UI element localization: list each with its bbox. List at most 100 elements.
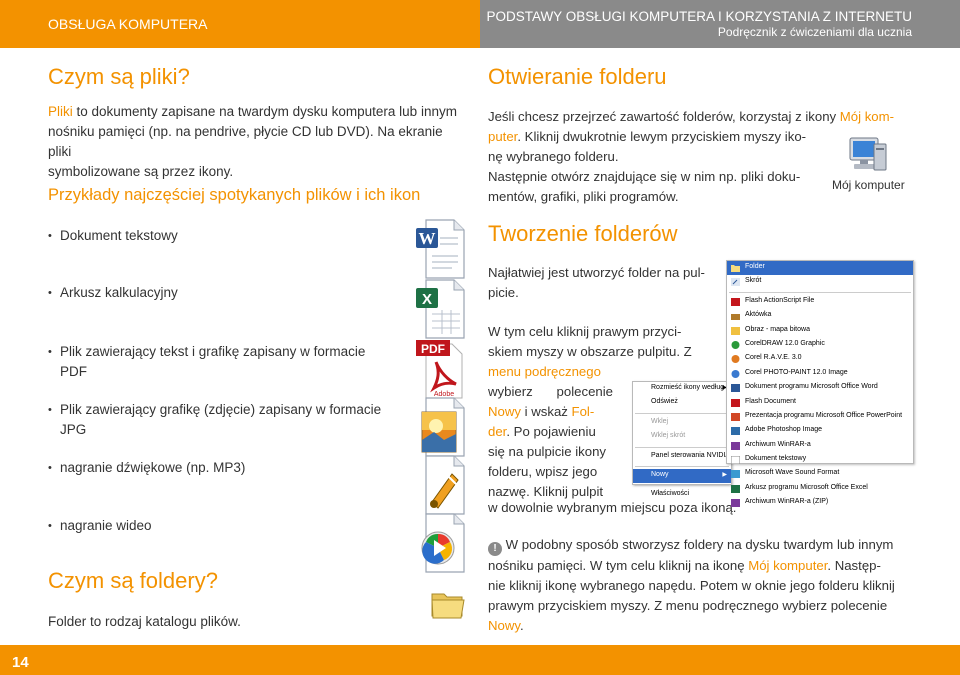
section-title: OBSŁUGA KOMPUTERA [48,16,208,32]
submenu-item[interactable]: Corel PHOTO-PAINT 12.0 Image [727,367,913,381]
context-menu-item[interactable]: Wklej skrót [633,430,731,444]
list-item-video: nagranie wideo [48,516,398,536]
create-text-7: i wskaż [520,404,572,419]
heading-creating-folders: Tworzenie folderów [488,221,678,246]
submenu-item[interactable]: Flash Document [727,396,913,410]
create-text-4: skiem myszy w obszarze pulpitu. Z [488,344,692,359]
files-keyword: Pliki [48,104,73,119]
new-keyword: Nowy [488,404,521,419]
menu-item-label: Obraz - mapa bitowa [745,325,810,333]
submenu-item[interactable]: Microsoft Wave Sound Format [727,467,913,481]
menu-separator [635,446,729,448]
corel-photopaint-icon [731,369,740,378]
word-document-icon [731,384,740,393]
svg-text:W: W [419,229,436,248]
folder-keyword-2: der [488,424,507,439]
flash-document-icon [731,398,740,407]
menu-item-label: Arkusz programu Microsoft Office Excel [745,483,868,491]
heading-examples: Przykłady najczęściej spotykanych plików… [48,186,421,204]
menu-separator [729,291,911,293]
submenu-item[interactable]: Aktówka [727,309,913,323]
menu-item-label: Corel R.A.V.E. 3.0 [745,354,802,362]
my-computer-icon [849,137,887,171]
submenu-item[interactable]: Dokument tekstowy [727,453,913,467]
flash-file-icon [731,297,740,306]
header-right-bar: PODSTAWY OBSŁUGI KOMPUTERA I KORZYSTANIA… [480,0,960,48]
submenu-item[interactable]: Archiwum WinRAR-a [727,439,913,453]
list-item-spreadsheet: Arkusz kalkulacyjny [48,283,398,303]
open-text-2: . Kliknij dwukrotnie lewym przyciskiem m… [517,129,807,144]
intro-text-3: symbolizowane są przez ikony. [48,164,234,179]
tip-text-4: prawym przyciskiem myszy. Z menu podręcz… [488,598,888,613]
my-computer-label: Mój komputer [832,178,905,192]
list-item-label: Plik zawierający tekst i grafikę zapisan… [60,344,366,359]
submenu-item[interactable]: Archiwum WinRAR-a (ZIP) [727,496,913,510]
my-computer-keyword-3: Mój komputer [748,558,828,573]
open-text-1: Jeśli chcesz przejrzeć zawartość folderó… [488,109,840,124]
list-item-text-doc: Dokument tekstowy [48,226,398,246]
menu-item-label: Flash Document [745,397,796,405]
photoshop-icon [731,427,740,436]
winrar-zip-icon [731,499,740,508]
video-file-icon [421,513,465,573]
word-document-icon: W [416,219,465,279]
context-menu-item[interactable]: Odśwież [633,396,731,410]
submenu-item[interactable]: Flash ActionScript File [727,295,913,309]
new-keyword-2: Nowy [488,618,520,633]
menu-item-label: Corel PHOTO-PAINT 12.0 Image [745,368,848,376]
coreldraw-icon [731,340,740,349]
list-item-jpg: Plik zawierający grafikę (zdjęcie) zapis… [48,400,398,440]
jpg-image-icon [421,397,465,457]
folder-definition: Folder to rodzaj katalogu plików. [48,614,241,629]
text-document-icon [731,456,740,465]
menu-item-label: Microsoft Wave Sound Format [745,469,840,477]
submenu-item-folder[interactable]: Folder [727,261,913,276]
folder-icon [431,593,465,619]
audio-file-icon [425,455,465,515]
context-menu-item[interactable]: Wklej [633,416,731,430]
submenu-item[interactable]: Corel R.A.V.E. 3.0 [727,352,913,366]
submenu-item[interactable]: Prezentacja programu Microsoft Office Po… [727,410,913,424]
heading-what-are-folders: Czym są foldery? [48,568,218,593]
menu-item-label: CorelDRAW 12.0 Graphic [745,339,825,347]
menu-item-label: Flash ActionScript File [745,296,815,304]
menu-item-label: Rozmieść ikony według [651,384,725,391]
menu-item-label: Skrót [745,277,762,285]
menu-item-label: Dokument programu Microsoft Office Word [745,383,878,391]
winrar-icon [731,441,740,450]
tip-text-5-end: . [520,618,524,633]
menu-item-label: Nowy [651,470,669,478]
tip-text-1: W podobny sposób stworzysz foldery na dy… [502,537,894,552]
context-menu-keyword: menu podręcznego [488,364,601,379]
list-item-label: Arkusz kalkulacyjny [60,285,178,300]
page-number: 14 [12,654,29,671]
context-menu-item[interactable]: Właściwości [633,488,731,502]
tip-paragraph: ! W podobny sposób stworzysz foldery na … [488,535,928,636]
list-item-pdf: Plik zawierający tekst i grafikę zapisan… [48,342,398,382]
heading-opening-folder: Otwieranie folderu [488,64,667,89]
book-title: PODSTAWY OBSŁUGI KOMPUTERA I KORZYSTANIA… [486,9,912,24]
submenu-item[interactable]: Dokument programu Microsoft Office Word [727,381,913,395]
heading-what-are-files: Czym są pliki? [48,64,190,89]
briefcase-icon [731,314,740,321]
submenu-item[interactable]: Arkusz programu Microsoft Office Excel [727,482,913,496]
submenu-item[interactable]: Adobe Photoshop Image [727,424,913,438]
tip-text-2c: . Następ- [827,558,881,573]
submenu-item[interactable]: Skrót [727,275,913,289]
create-text-6: wybierz polecenie [488,384,613,399]
footer-bar: 14 [0,645,960,675]
list-item-label: Plik zawierający grafikę (zdjęcie) zapis… [60,402,382,417]
menu-item-label: Folder [745,263,765,270]
submenu-item[interactable]: Obraz - mapa bitowa [727,324,913,338]
svg-text:X: X [422,291,432,308]
context-menu-item[interactable]: Panel sterowania NVIDIA [633,450,731,464]
submenu-item[interactable]: CorelDRAW 12.0 Graphic [727,338,913,352]
menu-item-label: Dokument tekstowy [745,455,807,463]
context-menu-item[interactable]: Rozmieść ikony według ▶ [633,382,731,396]
create-text-3: W tym celu kliknij prawym przyci- [488,324,682,339]
shortcut-icon [731,278,740,287]
menu-item-label: Prezentacja programu Microsoft Office Po… [745,411,903,419]
list-item-label-2: PDF [60,364,87,379]
list-item-label: nagranie dźwiękowe (np. MP3) [60,460,246,475]
context-menu-item-new[interactable]: Nowy ▶ [633,468,731,484]
